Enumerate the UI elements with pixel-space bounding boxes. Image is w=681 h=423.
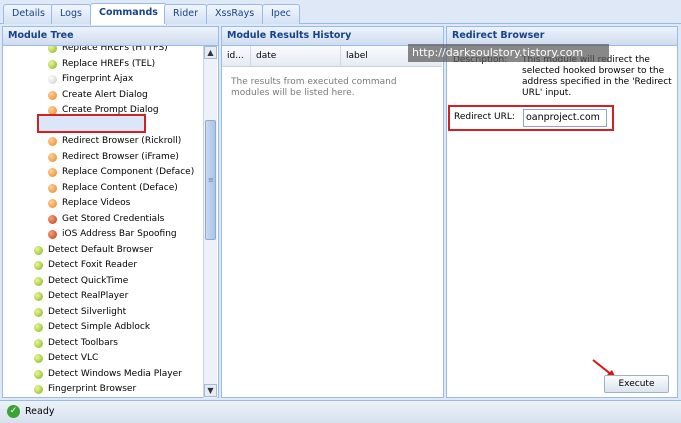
tree-item-label: Replace Videos (62, 198, 131, 208)
status-dot-icon (34, 354, 43, 363)
tree-item-label: Replace HREFs (HTTPS) (62, 46, 168, 53)
status-dot-icon (34, 369, 43, 379)
tree-item-label: Detect Silverlight (48, 306, 127, 317)
tree-item-label: Get Stored Credentials (62, 213, 165, 224)
redirect-url-row: Redirect URL: oanproject.com (448, 105, 614, 131)
tab-logs[interactable]: Logs (51, 4, 91, 24)
tree-item-label: Detect VLC (48, 353, 99, 363)
scroll-down-icon[interactable]: ▼ (204, 384, 217, 397)
module-tree: Replace HREFs (HTTPS) Replace HREFs (TEL)… (3, 46, 204, 398)
status-dot-icon (48, 199, 57, 208)
column-date[interactable]: date (251, 46, 341, 67)
redirect-browser-panel: Redirect Browser Description: This modul… (446, 26, 678, 398)
tab-rider[interactable]: Rider (164, 4, 208, 24)
status-dot-icon (48, 59, 57, 69)
tab-ipec[interactable]: Ipec (262, 4, 300, 24)
status-dot-icon (34, 307, 43, 317)
tree-item-label: Fingerprint Browser (48, 384, 137, 394)
redirect-url-input[interactable]: oanproject.com (523, 109, 607, 127)
results-empty-text: The results from executed command module… (231, 77, 397, 98)
tree-item-label: Redirect Browser (Rickroll) (62, 136, 182, 146)
scroll-thumb[interactable]: ≡ (205, 120, 216, 240)
column-id[interactable]: id... (222, 46, 251, 67)
status-dot-icon (34, 323, 43, 332)
scroll-up-icon[interactable]: ▲ (204, 46, 217, 59)
grip-icon: ≡ (208, 176, 214, 184)
status-dot-icon (48, 168, 57, 177)
tree-item-label: Detect Default Browser (48, 244, 154, 255)
status-dot-icon (48, 46, 57, 53)
status-dot-icon (48, 152, 57, 162)
tab-xssrays[interactable]: XssRays (206, 4, 264, 24)
tree-item-label: Detect Simple Adblock (48, 322, 151, 332)
status-dot-icon (48, 90, 57, 100)
tree-item-label: iOS Address Bar Spoofing (62, 229, 177, 239)
tree-item-label: Detect Toolbars (48, 337, 118, 348)
tree-item-label: Detect QuickTime (48, 275, 129, 286)
tree-item-label: Redirect Browser (iFrame) (62, 151, 179, 162)
status-dot-icon (34, 261, 43, 270)
beef-console: Details Logs Commands Rider XssRays Ipec… (0, 0, 681, 423)
tab-details[interactable]: Details (3, 4, 54, 24)
status-dot-icon (48, 214, 57, 224)
status-dot-icon (48, 230, 57, 239)
results-panel: Module Results History id... date label … (221, 26, 444, 398)
status-bar: ✓ Ready (0, 400, 681, 423)
status-dot-icon (34, 385, 43, 394)
module-tree-panel: Module Tree Replace HREFs (HTTPS) Replace… (2, 26, 219, 398)
execute-button[interactable]: Execute (604, 375, 669, 393)
tree-item-label: Detect Foxit Reader (48, 260, 138, 270)
tab-commands[interactable]: Commands (90, 3, 167, 25)
tree-item-label: Create Alert Dialog (62, 89, 148, 100)
tab-bar: Details Logs Commands Rider XssRays Ipec (0, 0, 681, 25)
tree-item-label: Replace Component (Deface) (62, 167, 195, 177)
status-dot-icon (48, 183, 57, 193)
status-dot-icon (34, 338, 43, 348)
tree-item-label: Replace Content (Deface) (62, 182, 178, 193)
status-dot-icon (34, 245, 43, 255)
status-dot-icon (34, 292, 43, 301)
tree-item-label: Replace HREFs (TEL) (62, 58, 156, 69)
status-text: Ready (25, 406, 55, 417)
watermark: http://darksoulstory.tistory.com (408, 44, 609, 62)
status-dot-icon (48, 137, 57, 146)
status-dot-icon (34, 276, 43, 286)
module-tree-scrollbar[interactable]: ▲ ≡ ▼ (203, 46, 217, 398)
module-tree-title: Module Tree (3, 27, 218, 46)
tree-item-label: Fingerprint Ajax (62, 74, 134, 84)
redirect-url-label: Redirect URL: (454, 112, 515, 122)
tree-item-label: Detect RealPlayer (48, 291, 129, 301)
ready-check-icon: ✓ (7, 405, 20, 418)
tree-item-label: Detect Windows Media Player (48, 368, 182, 379)
selected-module-highlight (37, 114, 146, 133)
status-dot-icon (48, 75, 57, 84)
